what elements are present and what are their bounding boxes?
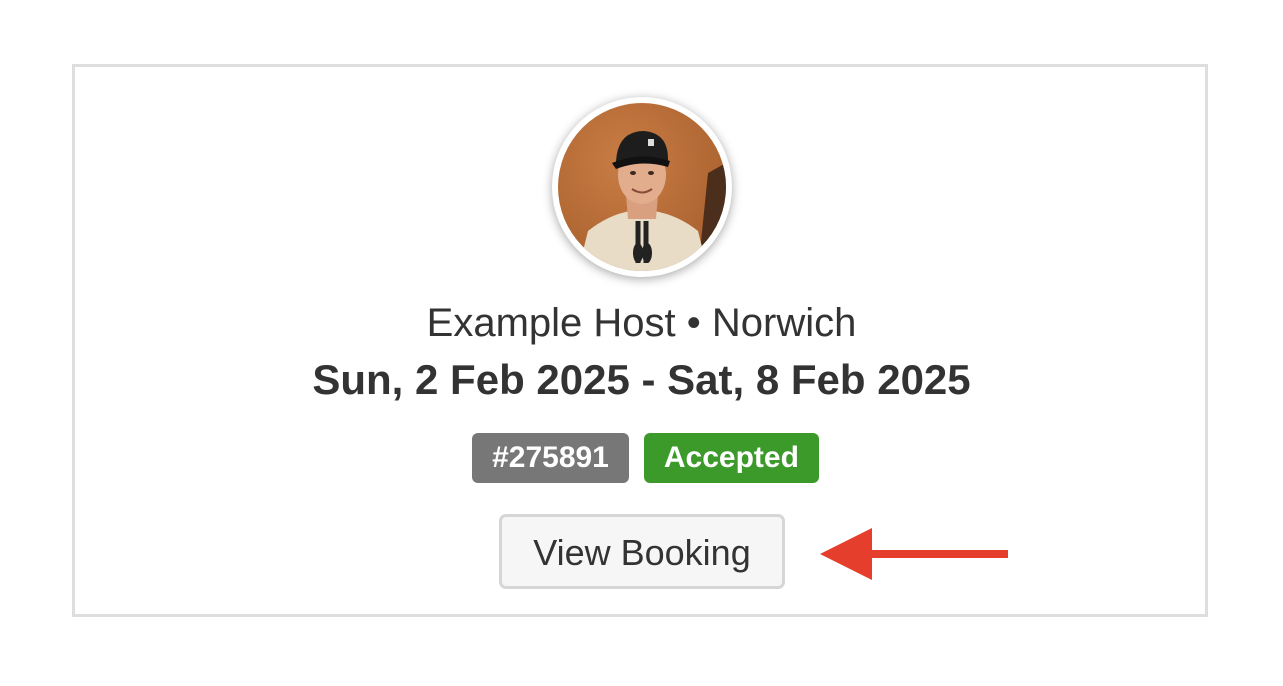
view-booking-button[interactable]: View Booking (499, 514, 785, 589)
status-badge: Accepted (643, 433, 819, 483)
host-avatar-photo (558, 103, 726, 271)
page: Example Host • Norwich Sun, 2 Feb 2025 -… (0, 0, 1283, 686)
booking-id-badge: #275891 (472, 433, 629, 483)
host-location-line: Example Host • Norwich (426, 301, 857, 345)
avatar (552, 97, 732, 277)
arrow-left-icon (820, 528, 1008, 580)
badge-row: #275891 Accepted (0, 433, 1283, 483)
booking-dates: Sun, 2 Feb 2025 - Sat, 8 Feb 2025 (312, 356, 971, 403)
